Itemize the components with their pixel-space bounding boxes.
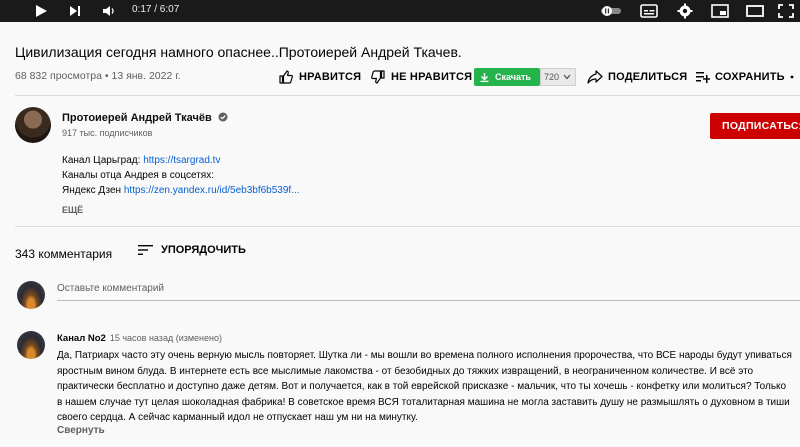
- share-icon: [587, 70, 603, 84]
- comment-author-avatar[interactable]: [17, 331, 45, 359]
- download-button[interactable]: Скачать: [474, 68, 540, 86]
- video-title: Цивилизация сегодня намного опаснее..Про…: [15, 44, 462, 60]
- like-button[interactable]: НРАВИТСЯ: [278, 66, 361, 88]
- more-actions-button[interactable]: [790, 66, 800, 88]
- next-icon[interactable]: [66, 2, 84, 20]
- video-views-date: 68 832 просмотра • 13 янв. 2022 г.: [15, 70, 181, 82]
- sort-icon: [138, 245, 153, 255]
- collapse-comment-button[interactable]: Свернуть: [57, 425, 105, 436]
- miniplayer-icon[interactable]: [709, 2, 731, 20]
- video-time: 0:17 / 6:07: [132, 4, 180, 15]
- download-arrow-icon: [480, 72, 489, 82]
- show-more-button[interactable]: ЕЩЁ: [62, 205, 83, 215]
- description-label-zen: Яндекс Дзен: [62, 185, 124, 196]
- comment-text: Да, Патриарх часто эту очень верную мысл…: [57, 350, 792, 423]
- add-comment-underline: [57, 300, 800, 301]
- comment-count: 343 комментария: [15, 247, 113, 261]
- subscribe-button[interactable]: ПОДПИСАТЬСЯ: [710, 113, 800, 139]
- description-label-tsargrad: Канал Царьград:: [62, 155, 144, 166]
- verified-icon: [218, 112, 228, 122]
- thumbs-down-icon: [371, 70, 385, 84]
- current-user-avatar: [17, 281, 45, 309]
- channel-avatar[interactable]: [15, 107, 51, 143]
- download-quality-value: 720: [544, 72, 560, 82]
- description-line-1: Канал Царьград: https://tsargrad.tv: [62, 155, 220, 166]
- comment-timestamp[interactable]: 15 часов назад (изменено): [110, 333, 222, 343]
- save-button[interactable]: СОХРАНИТЬ: [695, 66, 785, 88]
- comment-header: Канал No2 15 часов назад (изменено): [57, 333, 222, 344]
- download-quality-select[interactable]: 720: [540, 68, 576, 86]
- dislike-label: НЕ НРАВИТСЯ: [391, 71, 473, 83]
- channel-name-text: Протоиерей Андрей Ткачёв: [62, 112, 212, 124]
- volume-icon[interactable]: [100, 2, 118, 20]
- divider: [15, 226, 800, 227]
- sort-comments-button[interactable]: УПОРЯДОЧИТЬ: [138, 244, 246, 256]
- play-icon[interactable]: [32, 2, 50, 20]
- subscriber-count: 917 тыс. подписчиков: [62, 128, 153, 138]
- player-control-bar: 0:17 / 6:07: [0, 0, 800, 22]
- comment-author[interactable]: Канал No2: [57, 333, 106, 344]
- fullscreen-icon[interactable]: [776, 2, 796, 20]
- share-button[interactable]: ПОДЕЛИТЬСЯ: [587, 66, 687, 88]
- description-line-2: Каналы отца Андрея в соцсетях:: [62, 170, 214, 181]
- playlist-add-icon: [696, 72, 710, 83]
- dislike-button[interactable]: НЕ НРАВИТСЯ: [370, 66, 472, 88]
- link-tsargrad[interactable]: https://tsargrad.tv: [143, 155, 220, 166]
- divider: [15, 95, 800, 96]
- settings-icon[interactable]: [675, 2, 695, 20]
- autoplay-toggle-icon[interactable]: [599, 2, 625, 20]
- like-label: НРАВИТСЯ: [299, 71, 362, 83]
- description-line-3: Яндекс Дзен https://zen.yandex.ru/id/5eb…: [62, 185, 300, 196]
- link-yandex-zen[interactable]: https://zen.yandex.ru/id/5eb3bf6b539f...: [124, 185, 300, 196]
- chevron-down-icon: [563, 74, 571, 80]
- add-comment-input[interactable]: Оставьте комментарий: [57, 283, 164, 294]
- share-label: ПОДЕЛИТЬСЯ: [608, 71, 688, 83]
- download-label: Скачать: [495, 72, 531, 82]
- theater-icon[interactable]: [744, 2, 766, 20]
- save-label: СОХРАНИТЬ: [715, 71, 785, 83]
- more-horiz-icon: [790, 75, 794, 79]
- channel-name[interactable]: Протоиерей Андрей Ткачёв: [62, 112, 228, 124]
- sort-label: УПОРЯДОЧИТЬ: [161, 244, 246, 256]
- subtitles-icon[interactable]: [638, 2, 660, 20]
- thumbs-up-icon: [279, 70, 293, 84]
